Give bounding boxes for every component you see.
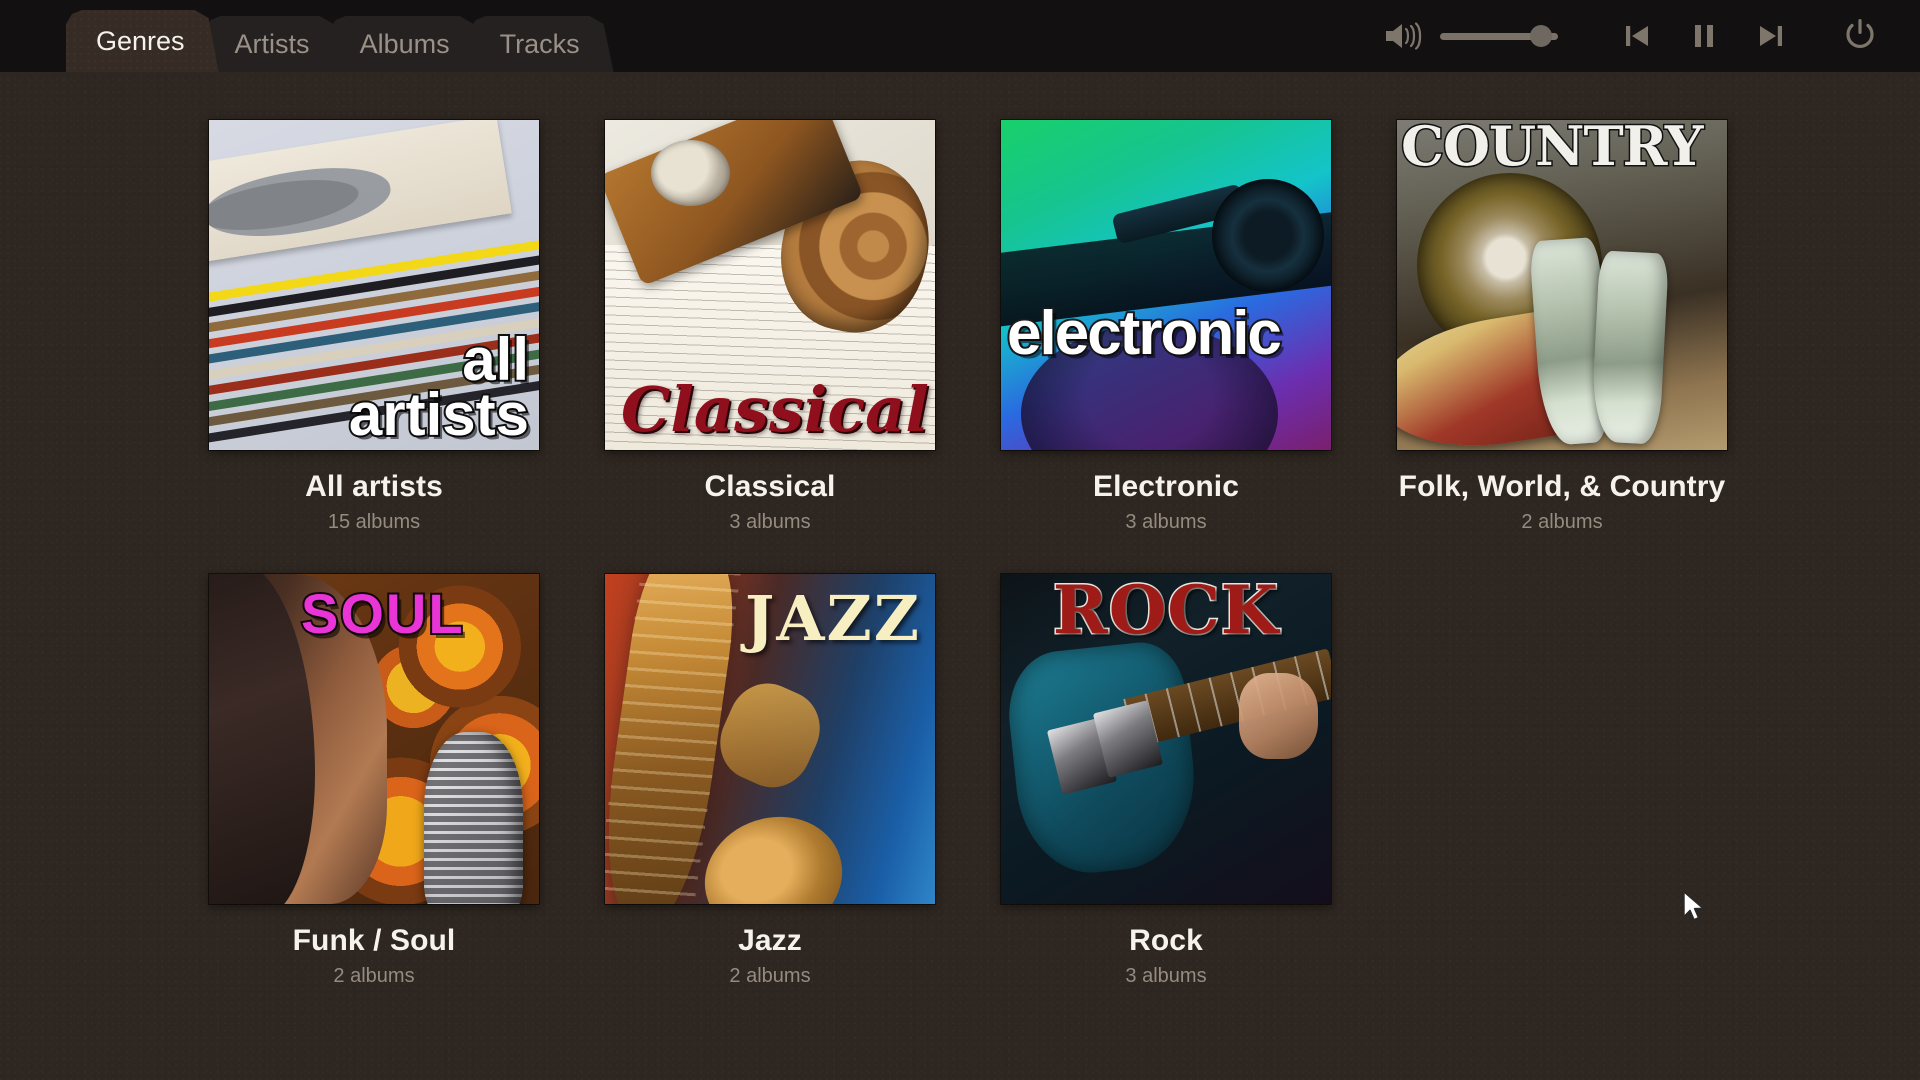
volume-knob[interactable]	[1530, 25, 1553, 47]
genre-tile-country[interactable]: COUNTRY Folk, World, & Country 2 albums	[1364, 120, 1760, 534]
tab-tracks-label: Tracks	[499, 28, 580, 59]
cover-text: JAZZ	[745, 582, 921, 655]
cowboy-boot-right	[1590, 250, 1670, 446]
headphone-cup	[1212, 179, 1325, 292]
genre-tile-funk-soul[interactable]: SOUL Funk / Soul 2 albums	[176, 574, 572, 988]
tab-bar: Genres Artists Albums Tracks	[66, 0, 600, 72]
tab-artists[interactable]: Artists	[205, 16, 344, 72]
genre-album-count: 2 albums	[729, 965, 811, 987]
genre-title: Funk / Soul	[292, 924, 456, 957]
cover-text: Classical	[621, 372, 929, 446]
violin-tuner	[651, 139, 731, 206]
cover-text: ROCK	[1051, 574, 1280, 649]
genre-album-count: 3 albums	[729, 511, 811, 533]
genre-tile-electronic[interactable]: electronic Electronic 3 albums	[968, 120, 1364, 534]
speaker-volume-icon[interactable]	[1382, 20, 1424, 52]
genre-tile-rock[interactable]: ROCK Rock 3 albums	[968, 574, 1364, 988]
genre-title: Rock	[1129, 924, 1203, 957]
mouse-cursor	[1682, 890, 1708, 929]
vintage-microphone	[423, 732, 523, 904]
tab-albums[interactable]: Albums	[330, 16, 484, 72]
genre-tile-all-artists[interactable]: all artists All artists 15 albums	[176, 120, 572, 534]
genre-title: Folk, World, & Country	[1398, 470, 1726, 503]
country-cover[interactable]: COUNTRY	[1397, 120, 1727, 450]
rock-cover[interactable]: ROCK	[1001, 574, 1331, 904]
tab-artists-label: Artists	[234, 28, 310, 59]
cover-artwork	[1001, 120, 1331, 450]
genre-title: Classical	[704, 470, 836, 503]
all-artists-cover[interactable]: all artists	[209, 120, 539, 450]
playback-controls	[1382, 0, 1920, 72]
classical-cover[interactable]: Classical	[605, 120, 935, 450]
genre-album-count: 15 albums	[327, 511, 421, 533]
genre-album-count: 2 albums	[333, 965, 415, 987]
tab-tracks[interactable]: Tracks	[470, 16, 614, 72]
next-track-icon[interactable]	[1756, 21, 1786, 51]
genre-tile-classical[interactable]: Classical Classical 3 albums	[572, 120, 968, 534]
genre-album-count: 3 albums	[1125, 965, 1207, 987]
genre-title: Electronic	[1092, 470, 1240, 503]
saxophone-keys	[707, 671, 833, 800]
jazz-cover[interactable]: JAZZ	[605, 574, 935, 904]
top-bar: Genres Artists Albums Tracks	[0, 0, 1920, 72]
power-icon[interactable]	[1840, 16, 1880, 56]
tab-genres[interactable]: Genres	[66, 10, 219, 72]
cover-text: SOUL	[299, 582, 465, 645]
electronic-cover[interactable]: electronic	[1001, 120, 1331, 450]
previous-track-icon[interactable]	[1622, 21, 1652, 51]
genre-title: Jazz	[738, 924, 802, 957]
volume-slider[interactable]	[1440, 23, 1558, 49]
genre-tile-jazz[interactable]: JAZZ Jazz 2 albums	[572, 574, 968, 988]
transport-controls	[1622, 21, 1786, 51]
soul-cover[interactable]: SOUL	[209, 574, 539, 904]
cover-text: electronic	[1005, 298, 1284, 368]
genre-title: All artists	[305, 470, 443, 503]
genre-grid: all artists All artists 15 albums Classic…	[176, 120, 1876, 1028]
cover-text: COUNTRY	[1399, 120, 1704, 178]
saxophone-bell	[689, 799, 858, 904]
cover-text: all artists	[347, 325, 531, 448]
genre-album-count: 3 albums	[1125, 511, 1207, 533]
genre-album-count: 2 albums	[1521, 511, 1603, 533]
pause-icon[interactable]	[1690, 21, 1718, 51]
tab-albums-label: Albums	[359, 28, 450, 59]
tab-genres-label: Genres	[96, 25, 185, 56]
guitarist-hand	[1238, 673, 1318, 759]
